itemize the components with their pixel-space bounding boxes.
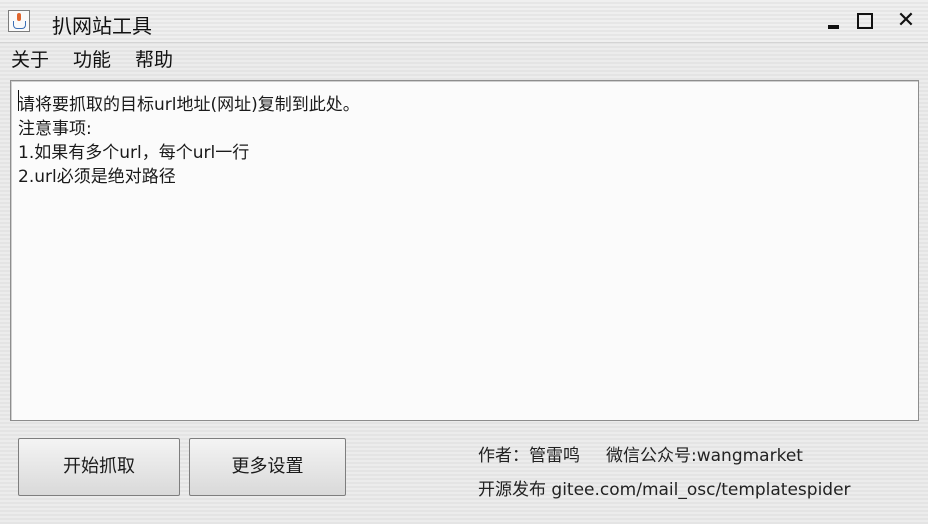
url-textarea[interactable]: 请将要抓取的目标url地址(网址)复制到此处。 注意事项: 1.如果有多个url…	[10, 80, 919, 421]
window-title: 扒网站工具	[52, 14, 152, 38]
menu-bar: 关于 功能 帮助	[0, 43, 928, 73]
menu-functions[interactable]: 功能	[73, 45, 111, 72]
start-crawl-button[interactable]: 开始抓取	[18, 438, 180, 496]
minimize-button[interactable]	[823, 8, 847, 34]
menu-about[interactable]: 关于	[11, 45, 49, 72]
author-label: 作者：管雷鸣	[478, 446, 580, 466]
author-info: 作者：管雷鸣 微信公众号:wangmarket	[478, 441, 803, 466]
source-info: 开源发布 gitee.com/mail_osc/templatespider	[478, 480, 851, 500]
textarea-line: 2.url必须是绝对路径	[18, 167, 176, 187]
close-icon: ✕	[896, 8, 916, 33]
menu-help[interactable]: 帮助	[135, 45, 173, 72]
more-settings-button[interactable]: 更多设置	[189, 438, 346, 496]
java-cup-icon	[8, 10, 30, 32]
maximize-button[interactable]	[854, 8, 878, 34]
wechat-label: 微信公众号:wangmarket	[606, 446, 803, 466]
textarea-line: 1.如果有多个url，每个url一行	[18, 143, 250, 163]
textarea-line: 请将要抓取的目标url地址(网址)复制到此处。	[18, 95, 360, 115]
close-button[interactable]: ✕	[894, 8, 918, 34]
textarea-line: 注意事项:	[18, 119, 92, 139]
title-bar: 扒网站工具 ✕	[0, 0, 928, 43]
minimize-icon	[828, 25, 839, 29]
maximize-icon	[857, 13, 873, 29]
